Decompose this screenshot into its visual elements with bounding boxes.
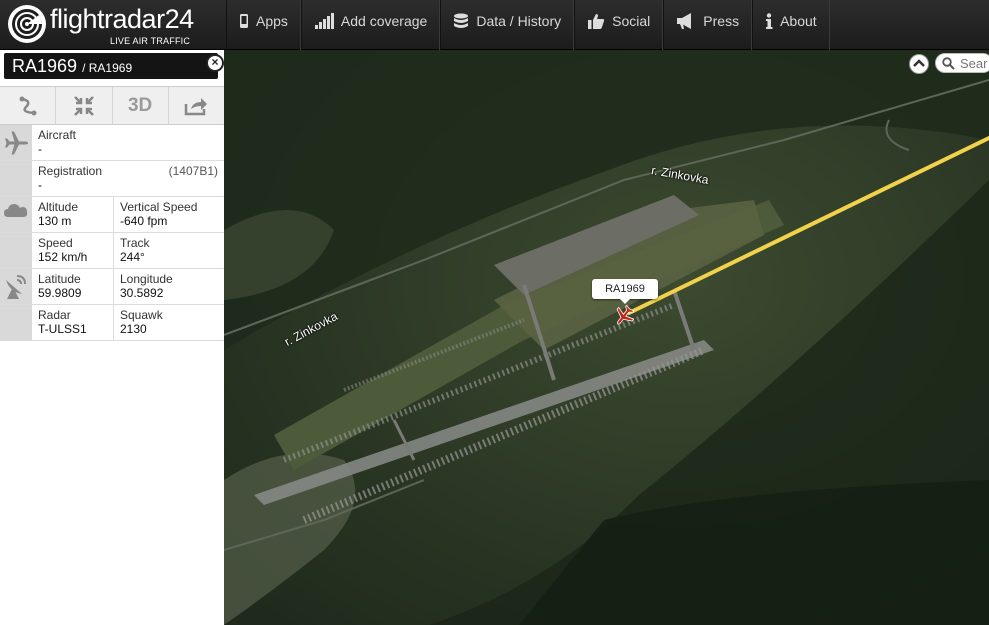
radar-logo-icon — [8, 5, 46, 43]
registration-row: Registration - (1407B1) — [0, 161, 224, 197]
nav-press-label: Press — [703, 13, 740, 29]
registration-cell: Registration - (1407B1) — [32, 161, 224, 197]
nav-apps-label: Apps — [256, 13, 288, 29]
callsign-sub: / RA1969 — [82, 61, 133, 75]
collapse-toolbar-button[interactable] — [909, 54, 929, 74]
latitude-label: Latitude — [38, 272, 81, 286]
logo-tagline: LIVE AIR TRAFFIC — [110, 36, 191, 46]
share-icon — [185, 97, 208, 115]
cloud-icon — [4, 204, 28, 217]
position-row: Latitude 59.9809 Longitude 30.5892 — [0, 269, 224, 305]
track-value: 244° — [120, 250, 145, 264]
longitude-label: Longitude — [120, 272, 173, 286]
track-cell: Track 244° — [114, 233, 224, 269]
speed-value: 152 km/h — [38, 250, 88, 264]
speed-row: Speed 152 km/h Track 244° — [0, 233, 224, 269]
nav-social[interactable]: Social — [574, 0, 664, 50]
map-imagery — [224, 50, 989, 625]
top-bar: flightradar24 LIVE AIR TRAFFIC Apps Add … — [0, 0, 989, 50]
search-box[interactable]: Sear — [935, 53, 989, 73]
position-side — [0, 269, 32, 304]
aircraft-cell: Aircraft - — [32, 125, 224, 161]
squawk-value: 2130 — [120, 322, 147, 336]
logo-text: flightradar24 — [50, 4, 194, 34]
megaphone-icon — [677, 13, 692, 29]
track-label: Track — [120, 236, 150, 250]
altitude-row: Altitude 130 m Vertical Speed -640 fpm — [0, 197, 224, 233]
search-input[interactable]: Sear — [960, 56, 987, 71]
signal-bars-icon — [314, 13, 334, 29]
action-bar: 3D — [0, 86, 224, 125]
airplane-icon — [5, 131, 28, 155]
aircraft-callsign-label[interactable]: RA1969 — [592, 279, 658, 304]
latitude-cell: Latitude 59.9809 — [32, 269, 114, 305]
radar-cell: Radar T-ULSS1 — [32, 305, 114, 341]
altitude-value: 130 m — [38, 214, 72, 228]
phone-icon — [240, 14, 248, 28]
nav-social-label: Social — [612, 13, 651, 29]
altitude-side — [0, 197, 32, 232]
thumbs-up-icon — [588, 14, 605, 29]
nav-about-label: About — [780, 13, 817, 29]
nav-data-history-label: Data / History — [476, 13, 562, 29]
route-icon — [19, 96, 37, 115]
flight-details: Aircraft - Registration - (1407B1) Altit… — [0, 125, 224, 341]
altitude-cell: Altitude 130 m — [32, 197, 114, 233]
nav-press[interactable]: Press — [663, 0, 753, 50]
satellite-dish-icon — [6, 275, 26, 299]
radar-label: Radar — [38, 308, 71, 322]
nav-data-history[interactable]: Data / History — [440, 0, 575, 50]
callsign-text: RA1969 — [12, 56, 78, 76]
speed-side — [0, 233, 32, 268]
info-icon — [766, 13, 773, 29]
minimize-button[interactable] — [56, 87, 113, 124]
latitude-value: 59.9809 — [38, 286, 82, 300]
search-icon — [942, 57, 955, 70]
collapse-arrows-icon — [73, 95, 94, 116]
3d-label: 3D — [127, 94, 153, 116]
nav-add-coverage-label: Add coverage — [340, 13, 428, 29]
callsign: RA1969 / RA1969 — [12, 56, 132, 77]
longitude-cell: Longitude 30.5892 — [114, 269, 224, 305]
aircraft-side — [0, 125, 32, 160]
radar-value: T-ULSS1 — [38, 322, 87, 336]
3d-view-button[interactable]: 3D — [113, 87, 169, 124]
nav-add-coverage[interactable]: Add coverage — [300, 0, 441, 50]
radar-row: Radar T-ULSS1 Squawk 2130 — [0, 305, 224, 341]
registration-side — [0, 161, 32, 196]
vertical-speed-label: Vertical Speed — [120, 200, 198, 214]
database-icon — [454, 13, 469, 28]
aircraft-value: - — [38, 142, 42, 156]
speed-cell: Speed 152 km/h — [32, 233, 114, 269]
close-button[interactable]: × — [206, 54, 224, 72]
satellite-map[interactable]: r. Zinkovka r. Zinkovka RA1969 Sear — [224, 50, 989, 625]
callsign-header: RA1969 / RA1969 × — [4, 53, 224, 79]
aircraft-label: Aircraft — [38, 128, 77, 142]
altitude-label: Altitude — [38, 200, 79, 214]
vertical-speed-cell: Vertical Speed -640 fpm — [114, 197, 224, 233]
nav-about[interactable]: About — [752, 0, 830, 50]
route-button[interactable] — [0, 87, 57, 124]
squawk-cell: Squawk 2130 — [114, 305, 224, 341]
logo[interactable]: flightradar24 LIVE AIR TRAFFIC — [6, 3, 221, 47]
longitude-value: 30.5892 — [120, 286, 164, 300]
radar-side — [0, 305, 32, 340]
vertical-speed-value: -640 fpm — [120, 214, 168, 228]
squawk-label: Squawk — [120, 308, 163, 322]
registration-value: - — [38, 178, 42, 192]
main-nav: Apps Add coverage Data / History Social … — [226, 0, 830, 50]
speed-label: Speed — [38, 236, 73, 250]
flight-info-panel: RA1969 / RA1969 × 3D Aircraft - Registra… — [0, 50, 224, 625]
aircraft-row: Aircraft - — [0, 125, 224, 161]
chevron-up-icon — [913, 59, 925, 67]
nav-apps[interactable]: Apps — [226, 0, 301, 50]
registration-hex: (1407B1) — [168, 164, 218, 178]
share-button[interactable] — [169, 87, 224, 124]
